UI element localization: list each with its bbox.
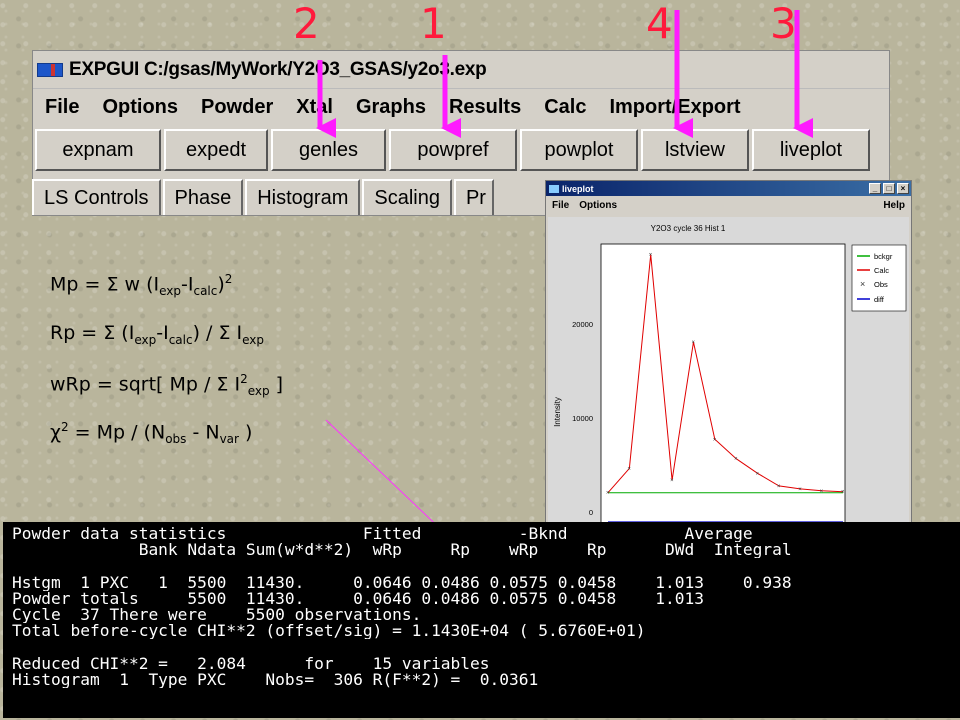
console-line: Total before-cycle CHI**2 (offset/sig) =… (12, 623, 646, 640)
console-line: Powder totals 5500 11430. 0.0646 0.0486 … (12, 590, 704, 607)
console-line: Powder data statistics Fitted -Bknd Aver… (12, 526, 753, 543)
arrow-chi2-to-console (325, 419, 451, 539)
console-line: Hstgm 1 PXC 1 5500 11430. 0.0646 0.0486 … (12, 574, 792, 591)
console-line: Bank Ndata Sum(w*d**2) wRp Rp wRp Rp DWd… (12, 542, 792, 559)
console-output: Powder data statistics Fitted -Bknd Aver… (3, 522, 960, 718)
marker-number-liveplot: 3 (770, 0, 797, 48)
marker-number-powpref: 1 (420, 0, 447, 48)
console-line: Reduced CHI**2 = 2.084 for 15 variables (12, 655, 490, 672)
console-line: Cycle 37 There were 5500 observations. (12, 606, 422, 624)
marker-number-lstview: 4 (646, 0, 673, 48)
console-line: Histogram 1 Type PXC Nobs= 306 R(F**2) =… (12, 671, 539, 688)
marker-number-genles: 2 (293, 0, 320, 48)
